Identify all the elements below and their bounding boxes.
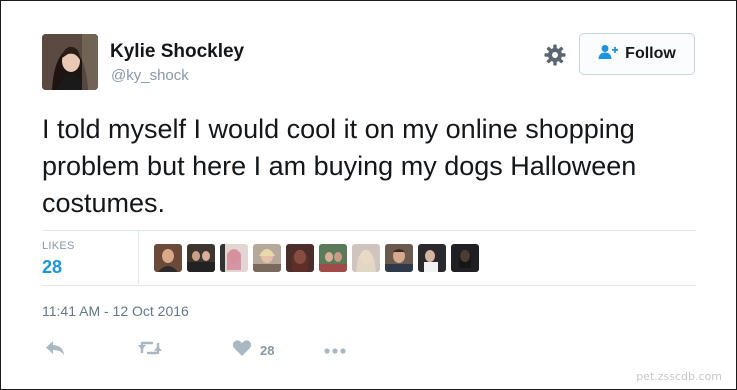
follow-button[interactable]: Follow bbox=[579, 33, 695, 75]
watermark: pet.zsscdb.com bbox=[636, 370, 722, 383]
retweet-icon bbox=[137, 339, 163, 362]
liker-avatar[interactable] bbox=[319, 244, 347, 272]
heart-icon bbox=[232, 339, 252, 362]
liker-avatar[interactable] bbox=[220, 244, 248, 272]
reply-button[interactable] bbox=[44, 338, 66, 362]
gear-icon[interactable] bbox=[543, 43, 567, 67]
follow-label: Follow bbox=[625, 45, 676, 62]
reply-icon bbox=[44, 339, 66, 362]
likes-label: LIKES bbox=[42, 240, 75, 252]
liker-avatar[interactable] bbox=[451, 244, 479, 272]
liker-avatar[interactable] bbox=[154, 244, 182, 272]
more-icon bbox=[324, 341, 346, 359]
author-name[interactable]: Kylie Shockley bbox=[110, 41, 244, 63]
liker-avatar[interactable] bbox=[352, 244, 380, 272]
avatar[interactable] bbox=[42, 34, 98, 90]
tweet-timestamp[interactable]: 11:41 AM - 12 Oct 2016 bbox=[42, 303, 189, 319]
liker-avatars bbox=[154, 244, 479, 272]
add-user-icon bbox=[598, 44, 619, 65]
stats-separator bbox=[138, 231, 139, 284]
like-button[interactable]: 28 bbox=[232, 338, 274, 362]
liker-avatar[interactable] bbox=[286, 244, 314, 272]
like-count: 28 bbox=[260, 342, 275, 358]
liker-avatar[interactable] bbox=[418, 244, 446, 272]
more-button[interactable] bbox=[324, 338, 346, 362]
liker-avatar[interactable] bbox=[253, 244, 281, 272]
tweet-card: Kylie Shockley @ky_shock Follow I told m… bbox=[0, 0, 737, 390]
retweet-button[interactable] bbox=[137, 338, 163, 362]
liker-avatar[interactable] bbox=[187, 244, 215, 272]
author-handle[interactable]: @ky_shock bbox=[111, 67, 189, 84]
tweet-text: I told myself I would cool it on my onli… bbox=[42, 114, 637, 218]
divider-top bbox=[42, 230, 696, 231]
liker-avatar[interactable] bbox=[385, 244, 413, 272]
divider-bottom bbox=[42, 285, 696, 286]
likes-count[interactable]: 28 bbox=[42, 257, 62, 278]
